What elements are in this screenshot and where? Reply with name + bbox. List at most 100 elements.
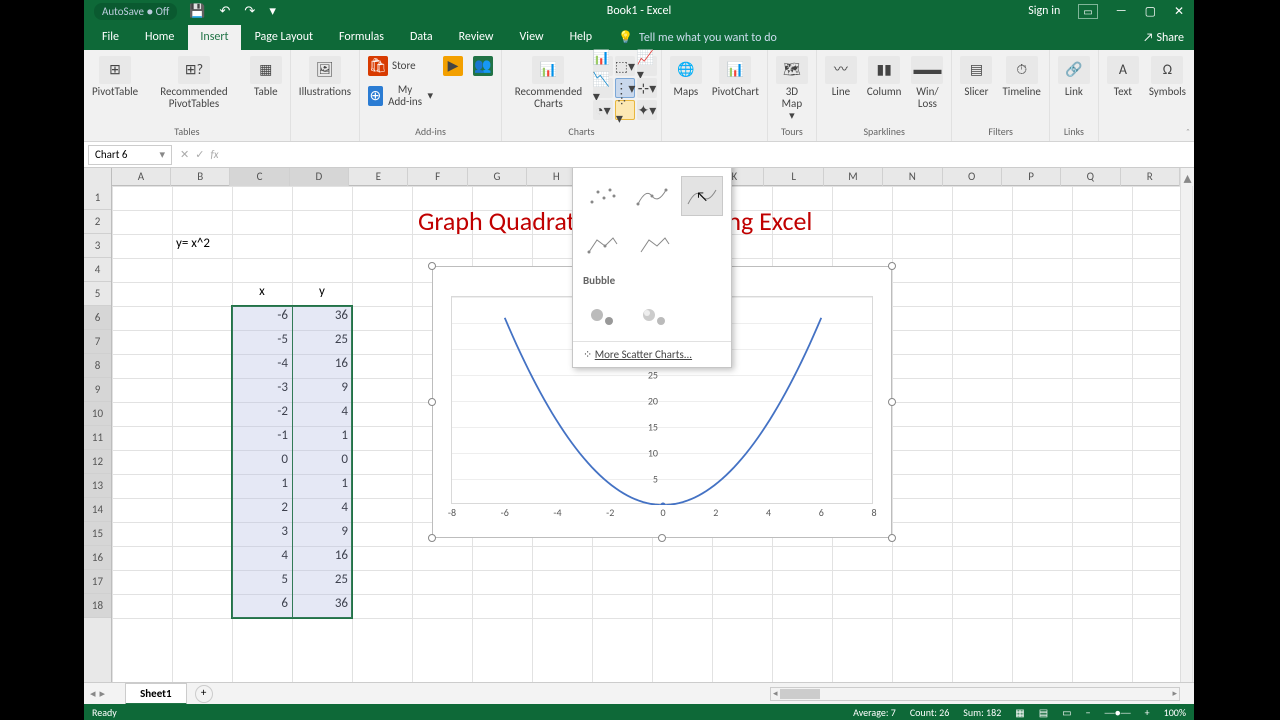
hierarchy-chart-icon[interactable]: ⬚▾ xyxy=(615,56,635,76)
cell[interactable]: x xyxy=(232,282,292,306)
tab-home[interactable]: Home xyxy=(133,25,186,50)
row-header[interactable]: 18 xyxy=(84,594,111,618)
row-header[interactable]: 11 xyxy=(84,426,111,450)
row-header[interactable]: 1 xyxy=(84,186,111,210)
row-header[interactable]: 15 xyxy=(84,522,111,546)
more-scatter-charts[interactable]: ⁘ More Scatter Charts... xyxy=(573,341,731,367)
cell[interactable]: y= x^2 xyxy=(172,234,232,258)
scatter-option-smooth-lines[interactable]: ↖ xyxy=(681,176,723,216)
pivotchart-button[interactable]: 📊PivotChart xyxy=(708,54,763,100)
col-header[interactable]: M xyxy=(824,168,883,186)
row-header[interactable]: 5 xyxy=(84,282,111,306)
scatter-option-straight-markers[interactable] xyxy=(581,224,625,264)
col-header[interactable]: F xyxy=(408,168,467,186)
formula-input[interactable] xyxy=(227,148,1194,162)
tab-help[interactable]: Help xyxy=(558,25,605,50)
tab-insert[interactable]: Insert xyxy=(188,25,240,50)
row-header[interactable]: 7 xyxy=(84,330,111,354)
illustrations-button[interactable]: 🖼Illustrations xyxy=(295,54,355,100)
chart-resize-handle[interactable] xyxy=(428,262,436,270)
my-addins-button[interactable]: ⊕My Add-ins ▾ xyxy=(368,84,433,108)
3d-map-button[interactable]: 🗺3D Map ▾ xyxy=(772,54,812,124)
pivottable-button[interactable]: ⊞PivotTable xyxy=(88,54,142,100)
fx-icon[interactable]: fx xyxy=(210,148,218,161)
recommended-charts-button[interactable]: 📊Recommended Charts xyxy=(506,54,591,112)
chart-resize-handle[interactable] xyxy=(658,534,666,542)
col-header[interactable]: D xyxy=(290,168,349,186)
name-box[interactable]: Chart 6▾ xyxy=(88,145,172,165)
store-button[interactable]: 🛍Store xyxy=(368,56,416,76)
row-header[interactable]: 4 xyxy=(84,258,111,282)
chevron-down-icon[interactable]: ▾ xyxy=(159,148,165,161)
bing-maps-addin[interactable]: ▶ xyxy=(439,54,467,78)
sparkline-line-button[interactable]: 〰Line xyxy=(821,54,861,100)
col-header[interactable]: B xyxy=(171,168,230,186)
tell-me-search[interactable]: 💡 Tell me what you want to do xyxy=(618,30,777,50)
add-sheet-button[interactable]: + xyxy=(195,685,213,703)
bubble-option-3d[interactable] xyxy=(633,297,677,337)
row-header[interactable]: 14 xyxy=(84,498,111,522)
combo-chart-icon[interactable]: ⊹▾ xyxy=(637,78,657,98)
link-button[interactable]: 🔗Link xyxy=(1054,54,1094,100)
scatter-option-straight-lines[interactable] xyxy=(633,224,677,264)
slicer-button[interactable]: ▤Slicer xyxy=(956,54,996,100)
chart-resize-handle[interactable] xyxy=(888,534,896,542)
zoom-in-icon[interactable]: + xyxy=(1145,706,1150,719)
autosave-toggle[interactable]: AutoSave ● Off xyxy=(94,3,177,20)
signin-button[interactable]: Sign in xyxy=(1028,4,1060,18)
collapse-ribbon-icon[interactable]: ˆ xyxy=(1186,126,1190,139)
cell[interactable]: y xyxy=(292,282,352,306)
chart-resize-handle[interactable] xyxy=(888,398,896,406)
row-header[interactable]: 12 xyxy=(84,450,111,474)
close-icon[interactable]: ✕ xyxy=(1174,4,1184,19)
view-break-icon[interactable]: ▭ xyxy=(1062,706,1071,719)
tab-data[interactable]: Data xyxy=(398,25,445,50)
chart-resize-handle[interactable] xyxy=(428,398,436,406)
chart-resize-handle[interactable] xyxy=(888,262,896,270)
tab-view[interactable]: View xyxy=(508,25,556,50)
horizontal-scrollbar[interactable]: ◂▸ xyxy=(770,687,1180,701)
line-chart-icon[interactable]: 📉▾ xyxy=(593,78,613,98)
symbols-button[interactable]: ΩSymbols xyxy=(1145,54,1190,100)
tab-page-layout[interactable]: Page Layout xyxy=(243,25,325,50)
col-header[interactable]: R xyxy=(1121,168,1180,186)
worksheet-grid[interactable]: ▴ ABCDEFGHIJKLMNOPQR 1234567891011121314… xyxy=(84,168,1194,682)
row-header[interactable]: 17 xyxy=(84,570,111,594)
cancel-formula-icon[interactable]: ✕ xyxy=(180,148,189,161)
col-header[interactable]: N xyxy=(883,168,942,186)
col-header[interactable]: G xyxy=(468,168,527,186)
tab-formulas[interactable]: Formulas xyxy=(327,25,396,50)
row-header[interactable]: 13 xyxy=(84,474,111,498)
view-normal-icon[interactable]: ▦ xyxy=(1015,706,1024,719)
redo-icon[interactable]: ↷ xyxy=(244,4,255,19)
table-button[interactable]: ▦Table xyxy=(246,54,286,100)
row-header[interactable]: 6 xyxy=(84,306,111,330)
minimize-icon[interactable]: — xyxy=(1116,4,1127,18)
surface-chart-icon[interactable]: ✦▾ xyxy=(637,100,657,120)
save-icon[interactable]: 💾 xyxy=(189,4,205,19)
sparkline-column-button[interactable]: ▮▮Column xyxy=(863,54,906,100)
row-header[interactable]: 2 xyxy=(84,210,111,234)
sheet-nav-prev-icon[interactable]: ◂ xyxy=(90,687,96,700)
select-all-corner[interactable] xyxy=(84,168,112,186)
scatter-option-markers[interactable] xyxy=(581,176,623,216)
col-header[interactable]: P xyxy=(1002,168,1061,186)
waterfall-chart-icon[interactable]: 📈▾ xyxy=(637,56,657,76)
row-header[interactable]: 10 xyxy=(84,402,111,426)
recommended-pivottables-button[interactable]: ⊞?Recommended PivotTables xyxy=(144,54,244,112)
qat-customize-icon[interactable]: ▾ xyxy=(269,4,276,19)
share-button[interactable]: ↗ Share xyxy=(1143,31,1194,50)
bubble-option-2d[interactable] xyxy=(581,297,625,337)
sparkline-winloss-button[interactable]: ▬▬Win/ Loss xyxy=(907,54,947,112)
people-graph-addin[interactable]: 👥 xyxy=(469,54,497,78)
row-header[interactable]: 9 xyxy=(84,378,111,402)
scatter-chart-icon[interactable]: ⁘▾ xyxy=(615,100,635,120)
undo-icon[interactable]: ↶ xyxy=(220,4,231,19)
scatter-option-smooth-markers[interactable] xyxy=(631,176,673,216)
row-header[interactable]: 3 xyxy=(84,234,111,258)
accept-formula-icon[interactable]: ✓ xyxy=(195,148,204,161)
sheet-tab-1[interactable]: Sheet1 xyxy=(125,683,187,705)
sheet-nav-next-icon[interactable]: ▸ xyxy=(100,687,106,700)
view-layout-icon[interactable]: ▤ xyxy=(1039,706,1048,719)
pie-chart-icon[interactable]: ◔▾ xyxy=(593,100,613,120)
